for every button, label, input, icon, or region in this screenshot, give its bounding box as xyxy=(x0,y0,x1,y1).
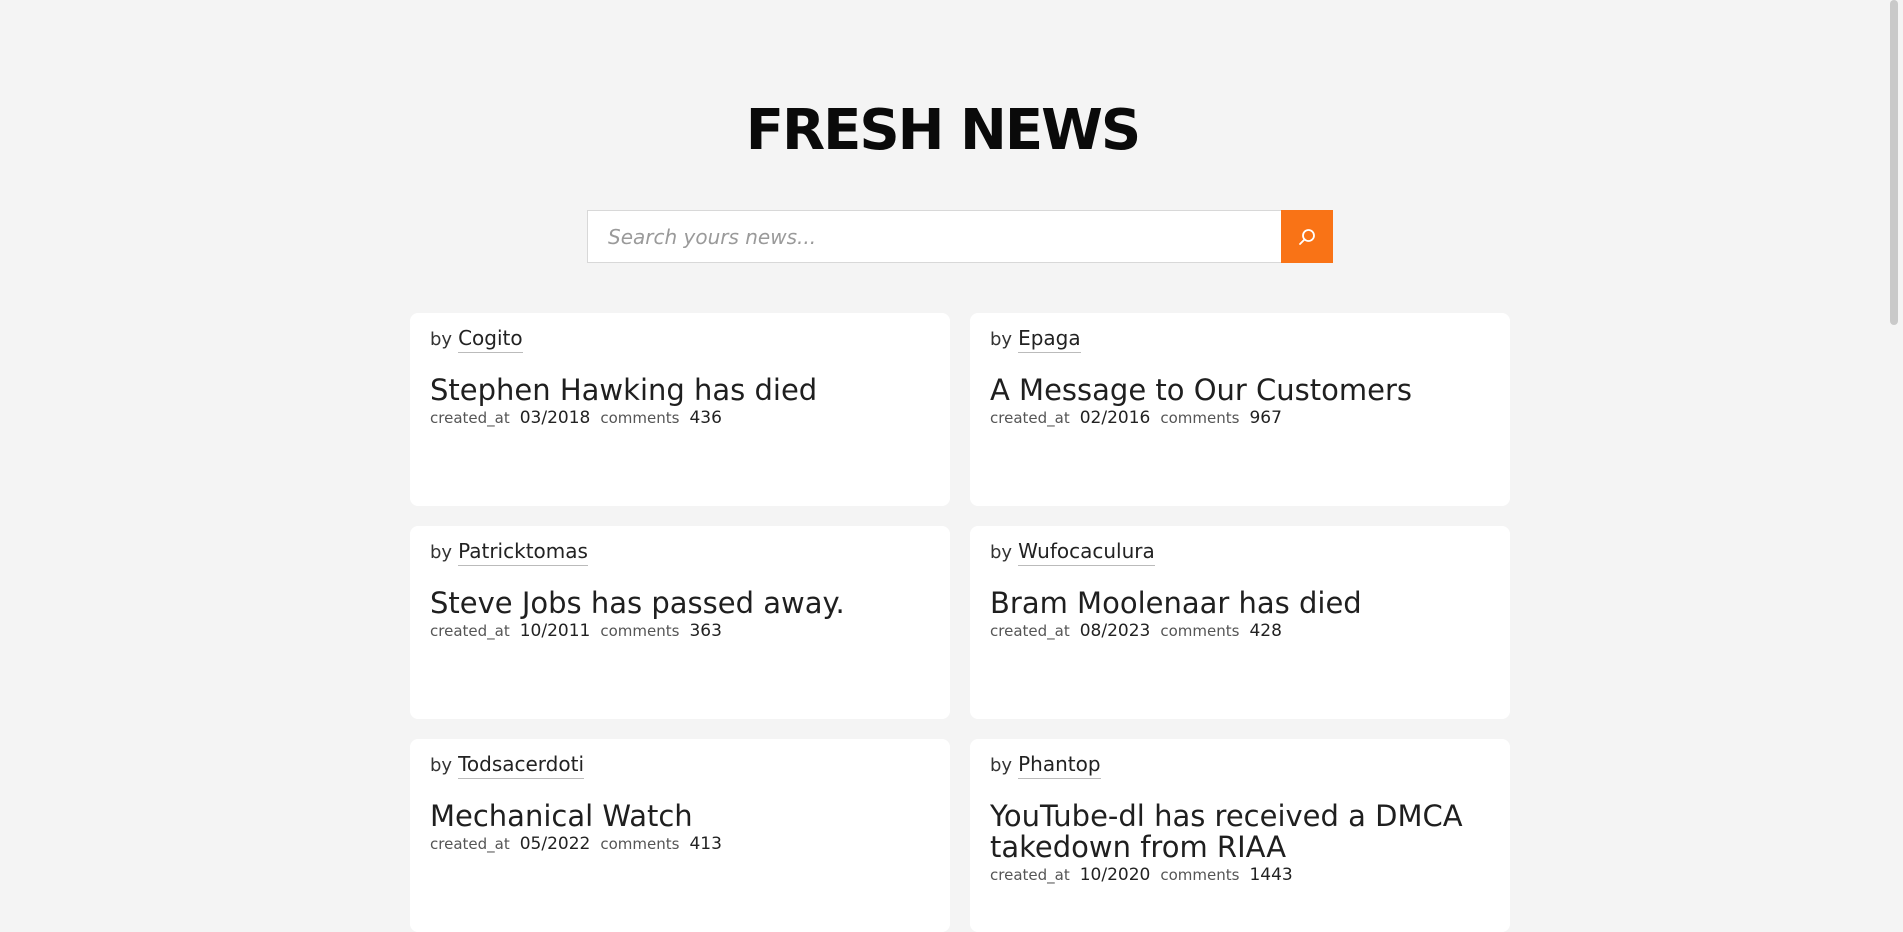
page-title: FRESH NEWS xyxy=(745,98,1142,163)
by-label: by xyxy=(990,329,1013,350)
created-at-label: created_at xyxy=(990,622,1070,640)
news-title[interactable]: Steve Jobs has passed away. xyxy=(430,588,930,619)
byline: by Patricktomas xyxy=(430,539,930,573)
created-at-label: created_at xyxy=(430,835,510,853)
by-label: by xyxy=(990,542,1013,563)
byline: by Epaga xyxy=(990,326,1490,360)
author-link[interactable]: Todsacerdoti xyxy=(458,752,585,779)
comments-label: comments xyxy=(600,409,680,427)
news-meta: created_at 02/2016 comments 967 xyxy=(990,408,1490,428)
news-card: by Todsacerdoti Mechanical Watch created… xyxy=(410,739,950,932)
news-meta: created_at 05/2022 comments 413 xyxy=(430,834,930,854)
author-link[interactable]: Wufocaculura xyxy=(1018,539,1155,566)
author-link[interactable]: Patricktomas xyxy=(458,539,588,566)
search-form xyxy=(587,210,1333,263)
created-at-value: 02/2016 xyxy=(1079,408,1151,428)
comments-label: comments xyxy=(1160,409,1240,427)
search-button[interactable] xyxy=(1281,210,1333,263)
byline: by Todsacerdoti xyxy=(430,752,930,786)
author-link[interactable]: Phantop xyxy=(1018,752,1101,779)
comments-count: 967 xyxy=(1249,408,1282,428)
news-card: by Patricktomas Steve Jobs has passed aw… xyxy=(410,526,950,719)
news-meta: created_at 10/2011 comments 363 xyxy=(430,621,930,641)
search-icon xyxy=(1299,228,1315,245)
news-card: by Cogito Stephen Hawking has died creat… xyxy=(410,313,950,506)
news-meta: created_at 08/2023 comments 428 xyxy=(990,621,1490,641)
created-at-value: 08/2023 xyxy=(1079,621,1151,641)
news-title[interactable]: YouTube-dl has received a DMCA takedown … xyxy=(990,801,1490,863)
author-link[interactable]: Epaga xyxy=(1018,326,1081,353)
created-at-label: created_at xyxy=(430,409,510,427)
comments-count: 428 xyxy=(1249,621,1282,641)
page: FRESH NEWS by Cogito Stephen Hawking has… xyxy=(0,0,1885,932)
scrollbar-thumb[interactable] xyxy=(1890,0,1898,325)
created-at-label: created_at xyxy=(430,622,510,640)
comments-count: 413 xyxy=(689,834,722,854)
news-title[interactable]: Mechanical Watch xyxy=(430,801,930,832)
byline: by Cogito xyxy=(430,326,930,360)
news-title[interactable]: Stephen Hawking has died xyxy=(430,375,930,406)
byline: by Phantop xyxy=(990,752,1490,786)
comments-label: comments xyxy=(1160,866,1240,884)
comments-count: 1443 xyxy=(1249,865,1293,885)
created-at-value: 10/2020 xyxy=(1079,865,1151,885)
by-label: by xyxy=(430,755,453,776)
news-grid: by Cogito Stephen Hawking has died creat… xyxy=(410,313,1510,932)
comments-count: 436 xyxy=(689,408,722,428)
comments-label: comments xyxy=(600,835,680,853)
created-at-label: created_at xyxy=(990,409,1070,427)
by-label: by xyxy=(990,755,1013,776)
created-at-value: 05/2022 xyxy=(519,834,591,854)
byline: by Wufocaculura xyxy=(990,539,1490,573)
comments-label: comments xyxy=(1160,622,1240,640)
comments-label: comments xyxy=(600,622,680,640)
author-link[interactable]: Cogito xyxy=(458,326,523,353)
news-card: by Phantop YouTube-dl has received a DMC… xyxy=(970,739,1510,932)
created-at-value: 10/2011 xyxy=(519,621,591,641)
by-label: by xyxy=(430,329,453,350)
comments-count: 363 xyxy=(689,621,722,641)
news-meta: created_at 10/2020 comments 1443 xyxy=(990,865,1490,885)
by-label: by xyxy=(430,542,453,563)
created-at-value: 03/2018 xyxy=(519,408,591,428)
search-input[interactable] xyxy=(587,210,1281,263)
page-scrollbar[interactable] xyxy=(1885,0,1903,903)
news-title[interactable]: Bram Moolenaar has died xyxy=(990,588,1490,619)
news-title[interactable]: A Message to Our Customers xyxy=(990,375,1490,406)
created-at-label: created_at xyxy=(990,866,1070,884)
news-card: by Epaga A Message to Our Customers crea… xyxy=(970,313,1510,506)
news-meta: created_at 03/2018 comments 436 xyxy=(430,408,930,428)
news-card: by Wufocaculura Bram Moolenaar has died … xyxy=(970,526,1510,719)
